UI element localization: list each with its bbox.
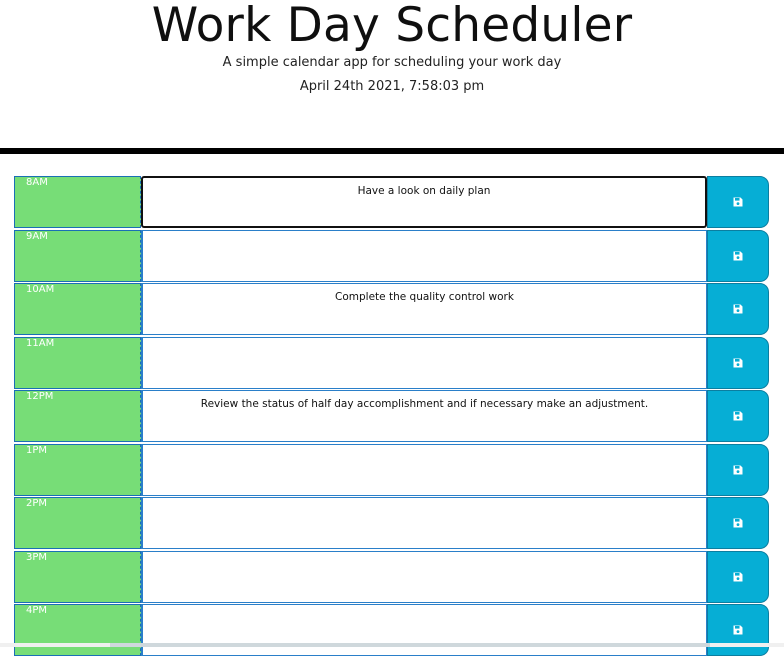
floppy-disk-icon [733, 518, 743, 528]
save-button[interactable] [707, 176, 769, 228]
task-textarea[interactable] [141, 604, 707, 656]
page-subtitle: A simple calendar app for scheduling you… [222, 55, 562, 70]
task-textarea[interactable] [141, 229, 707, 282]
hour-label: 8AM [14, 176, 141, 228]
task-textarea[interactable] [141, 497, 707, 549]
time-block-row: 12PM [14, 390, 774, 442]
time-block-row: 4PM [14, 604, 774, 656]
save-button[interactable] [707, 604, 769, 656]
floppy-disk-icon [733, 465, 743, 474]
horizontal-scrollbar[interactable] [0, 643, 784, 647]
save-button[interactable] [707, 229, 769, 282]
schedule-container: 8AM9AM10AM11AM12PM1PM2PM3PM4PM [14, 176, 774, 658]
hour-label: 12PM [14, 390, 141, 442]
save-button[interactable] [707, 497, 769, 549]
floppy-disk-icon [733, 251, 743, 260]
time-block-row: 8AM [14, 176, 774, 228]
task-textarea[interactable] [141, 443, 707, 496]
task-textarea[interactable] [141, 550, 707, 603]
floppy-disk-icon [733, 358, 743, 367]
task-textarea[interactable] [141, 176, 707, 228]
page-title: Work Day Scheduler [151, 0, 633, 53]
time-block-row: 2PM [14, 497, 774, 549]
scrollbar-thumb[interactable] [110, 643, 710, 647]
header-divider [0, 148, 784, 154]
save-button[interactable] [707, 550, 769, 603]
save-button[interactable] [707, 336, 769, 389]
hour-label: 3PM [14, 550, 141, 603]
hour-label: 9AM [14, 229, 141, 282]
floppy-disk-icon [733, 411, 743, 421]
task-textarea[interactable] [141, 283, 707, 335]
save-button[interactable] [707, 443, 769, 496]
save-button[interactable] [707, 283, 769, 335]
floppy-disk-icon [733, 572, 743, 581]
hour-label: 2PM [14, 497, 141, 549]
time-block-row: 3PM [14, 550, 774, 603]
hour-label: 4PM [14, 604, 141, 656]
time-block-row: 11AM [14, 336, 774, 389]
time-block-row: 1PM [14, 443, 774, 496]
task-textarea[interactable] [141, 336, 707, 389]
hour-label: 1PM [14, 443, 141, 496]
time-block-row: 10AM [14, 283, 774, 335]
floppy-disk-icon [733, 625, 743, 635]
hour-label: 10AM [14, 283, 141, 335]
floppy-disk-icon [733, 197, 743, 207]
floppy-disk-icon [733, 304, 743, 314]
hour-label: 11AM [14, 336, 141, 389]
task-textarea[interactable] [141, 390, 707, 442]
page-header: Work Day Scheduler A simple calendar app… [0, 0, 784, 148]
current-date-time: April 24th 2021, 7:58:03 pm [299, 79, 485, 94]
save-button[interactable] [707, 390, 769, 442]
time-block-row: 9AM [14, 229, 774, 282]
